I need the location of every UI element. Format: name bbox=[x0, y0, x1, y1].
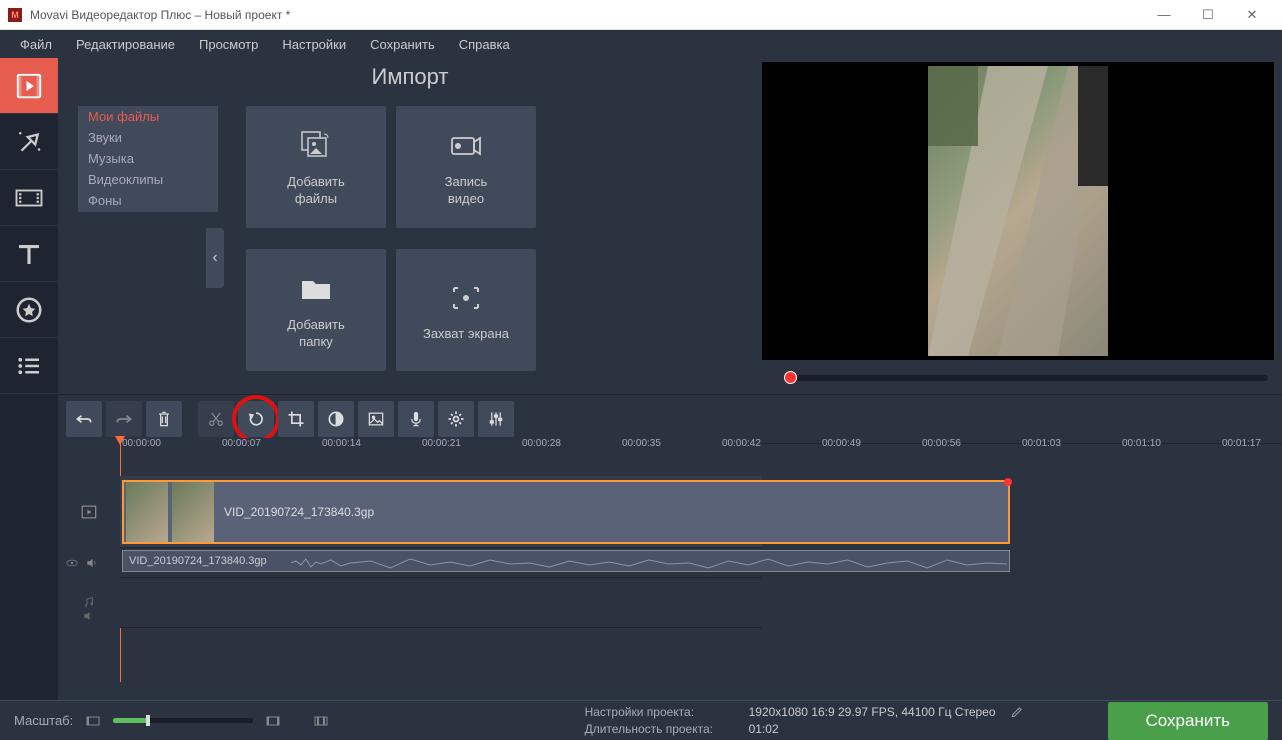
record-video-label: Записьвидео bbox=[445, 174, 488, 208]
menu-save[interactable]: Сохранить bbox=[358, 31, 447, 58]
menu-edit[interactable]: Редактирование bbox=[64, 31, 187, 58]
tool-filters[interactable] bbox=[0, 114, 58, 170]
category-videoclips[interactable]: Видеоклипы bbox=[78, 169, 218, 190]
camera-icon bbox=[444, 126, 488, 166]
equalizer-button[interactable] bbox=[478, 401, 514, 437]
redo-button[interactable] bbox=[106, 401, 142, 437]
tool-stickers[interactable] bbox=[0, 282, 58, 338]
tool-more[interactable] bbox=[0, 338, 58, 394]
clip-thumbnail bbox=[172, 482, 214, 542]
category-music[interactable]: Музыка bbox=[78, 148, 218, 169]
video-track-icon bbox=[79, 502, 99, 522]
ruler-tick: 00:00:00 bbox=[122, 438, 161, 449]
close-button[interactable]: ✕ bbox=[1230, 0, 1274, 30]
video-clip-name: VID_20190724_173840.3gp bbox=[224, 505, 374, 519]
category-backgrounds[interactable]: Фоны bbox=[78, 190, 218, 211]
ruler-tick: 00:00:42 bbox=[722, 438, 761, 449]
edit-toolbar bbox=[58, 394, 1282, 444]
eye-icon[interactable] bbox=[65, 556, 79, 570]
titlebar: M Movavi Видеоредактор Плюс – Новый прое… bbox=[0, 0, 1282, 30]
add-folder-button[interactable]: Добавитьпапку bbox=[246, 249, 386, 371]
zoom-label: Масштаб: bbox=[14, 713, 73, 728]
window-title: Movavi Видеоредактор Плюс – Новый проект… bbox=[30, 8, 1142, 22]
record-video-button[interactable]: Записьвидео bbox=[396, 106, 536, 228]
clip-end-handle[interactable] bbox=[1004, 478, 1012, 486]
video-track[interactable]: VID_20190724_173840.3gp bbox=[120, 476, 762, 548]
settings-button[interactable] bbox=[438, 401, 474, 437]
ruler-tick: 00:00:28 bbox=[522, 438, 561, 449]
folder-icon bbox=[294, 269, 338, 309]
preview-position-handle[interactable] bbox=[784, 371, 797, 384]
save-button[interactable]: Сохранить bbox=[1108, 702, 1268, 740]
add-files-label: Добавитьфайлы bbox=[287, 174, 344, 208]
tool-transitions[interactable] bbox=[0, 170, 58, 226]
ruler-tick: 00:00:56 bbox=[922, 438, 961, 449]
rotate-button[interactable] bbox=[238, 401, 274, 437]
picture-button[interactable] bbox=[358, 401, 394, 437]
clip-thumbnail bbox=[126, 482, 168, 542]
category-my-files[interactable]: Мои файлы bbox=[78, 106, 218, 127]
delete-button[interactable] bbox=[146, 401, 182, 437]
tool-import[interactable] bbox=[0, 58, 58, 114]
edit-icon[interactable] bbox=[1010, 705, 1024, 719]
audio-clip-name: VID_20190724_173840.3gp bbox=[123, 553, 273, 569]
media-files-icon bbox=[294, 126, 338, 166]
audio-track[interactable]: VID_20190724_173840.3gp bbox=[120, 548, 762, 578]
menu-view[interactable]: Просмотр bbox=[187, 31, 270, 58]
timeline-tracks: VID_20190724_173840.3gp VID_20190724_173… bbox=[58, 462, 762, 730]
waveform bbox=[291, 555, 1007, 571]
ruler-tick: 00:00:21 bbox=[422, 438, 461, 449]
menu-help[interactable]: Справка bbox=[447, 31, 522, 58]
ruler-tick: 00:01:10 bbox=[1122, 438, 1161, 449]
menu-file[interactable]: Файл bbox=[8, 31, 64, 58]
timeline-ruler[interactable]: 00:00:00 00:00:07 00:00:14 00:00:21 00:0… bbox=[58, 438, 762, 462]
zoom-out-icon[interactable] bbox=[85, 713, 101, 729]
audio-clip[interactable]: VID_20190724_173840.3gp bbox=[122, 550, 1010, 572]
category-list: Мои файлы Звуки Музыка Видеоклипы Фоны bbox=[78, 106, 218, 212]
screen-capture-label: Захват экрана bbox=[423, 326, 509, 343]
zoom-fit-icon[interactable] bbox=[313, 713, 329, 729]
music-track[interactable] bbox=[120, 578, 762, 628]
project-duration-label: Длительность проекта: bbox=[585, 722, 735, 736]
preview-frame bbox=[928, 66, 1108, 356]
video-clip[interactable]: VID_20190724_173840.3gp bbox=[122, 480, 1010, 544]
import-panel: Импорт Мои файлы Звуки Музыка Видеоклипы… bbox=[58, 58, 762, 388]
zoom-slider[interactable] bbox=[113, 718, 253, 723]
project-settings-label: Настройки проекта: bbox=[585, 705, 735, 719]
minimize-button[interactable]: — bbox=[1142, 0, 1186, 30]
ruler-tick: 00:00:49 bbox=[822, 438, 861, 449]
zoom-in-icon[interactable] bbox=[265, 713, 281, 729]
add-files-button[interactable]: Добавитьфайлы bbox=[246, 106, 386, 228]
ruler-tick: 00:00:07 bbox=[222, 438, 261, 449]
tool-sidebar bbox=[0, 58, 58, 740]
undo-button[interactable] bbox=[66, 401, 102, 437]
menu-settings[interactable]: Настройки bbox=[270, 31, 358, 58]
speaker-icon[interactable] bbox=[82, 609, 96, 623]
app-logo-icon: M bbox=[8, 8, 22, 22]
color-adjust-button[interactable] bbox=[318, 401, 354, 437]
ruler-tick: 00:00:14 bbox=[322, 438, 361, 449]
screen-capture-button[interactable]: Захват экрана bbox=[396, 249, 536, 371]
ruler-tick: 00:01:03 bbox=[1022, 438, 1061, 449]
project-info: Настройки проекта: 1920x1080 16:9 29.97 … bbox=[585, 705, 1024, 736]
status-bar: Масштаб: Настройки проекта: 1920x1080 16… bbox=[0, 700, 1282, 740]
screen-capture-icon bbox=[444, 278, 488, 318]
menubar: Файл Редактирование Просмотр Настройки С… bbox=[0, 30, 1282, 58]
maximize-button[interactable]: ☐ bbox=[1186, 0, 1230, 30]
microphone-button[interactable] bbox=[398, 401, 434, 437]
project-settings-value: 1920x1080 16:9 29.97 FPS, 44100 Гц Стере… bbox=[749, 705, 996, 719]
preview-video[interactable] bbox=[762, 62, 1274, 360]
category-sounds[interactable]: Звуки bbox=[78, 127, 218, 148]
crop-button[interactable] bbox=[278, 401, 314, 437]
speaker-icon[interactable] bbox=[85, 556, 99, 570]
add-folder-label: Добавитьпапку bbox=[287, 317, 344, 351]
cut-button[interactable] bbox=[198, 401, 234, 437]
ruler-tick: 00:01:17 bbox=[1222, 438, 1261, 449]
collapse-panel-button[interactable]: ‹ bbox=[206, 228, 224, 288]
tool-titles[interactable] bbox=[0, 226, 58, 282]
preview-position-slider[interactable] bbox=[776, 368, 1268, 388]
import-title: Импорт bbox=[58, 64, 762, 90]
ruler-tick: 00:00:35 bbox=[622, 438, 661, 449]
project-duration-value: 01:02 bbox=[749, 722, 779, 736]
